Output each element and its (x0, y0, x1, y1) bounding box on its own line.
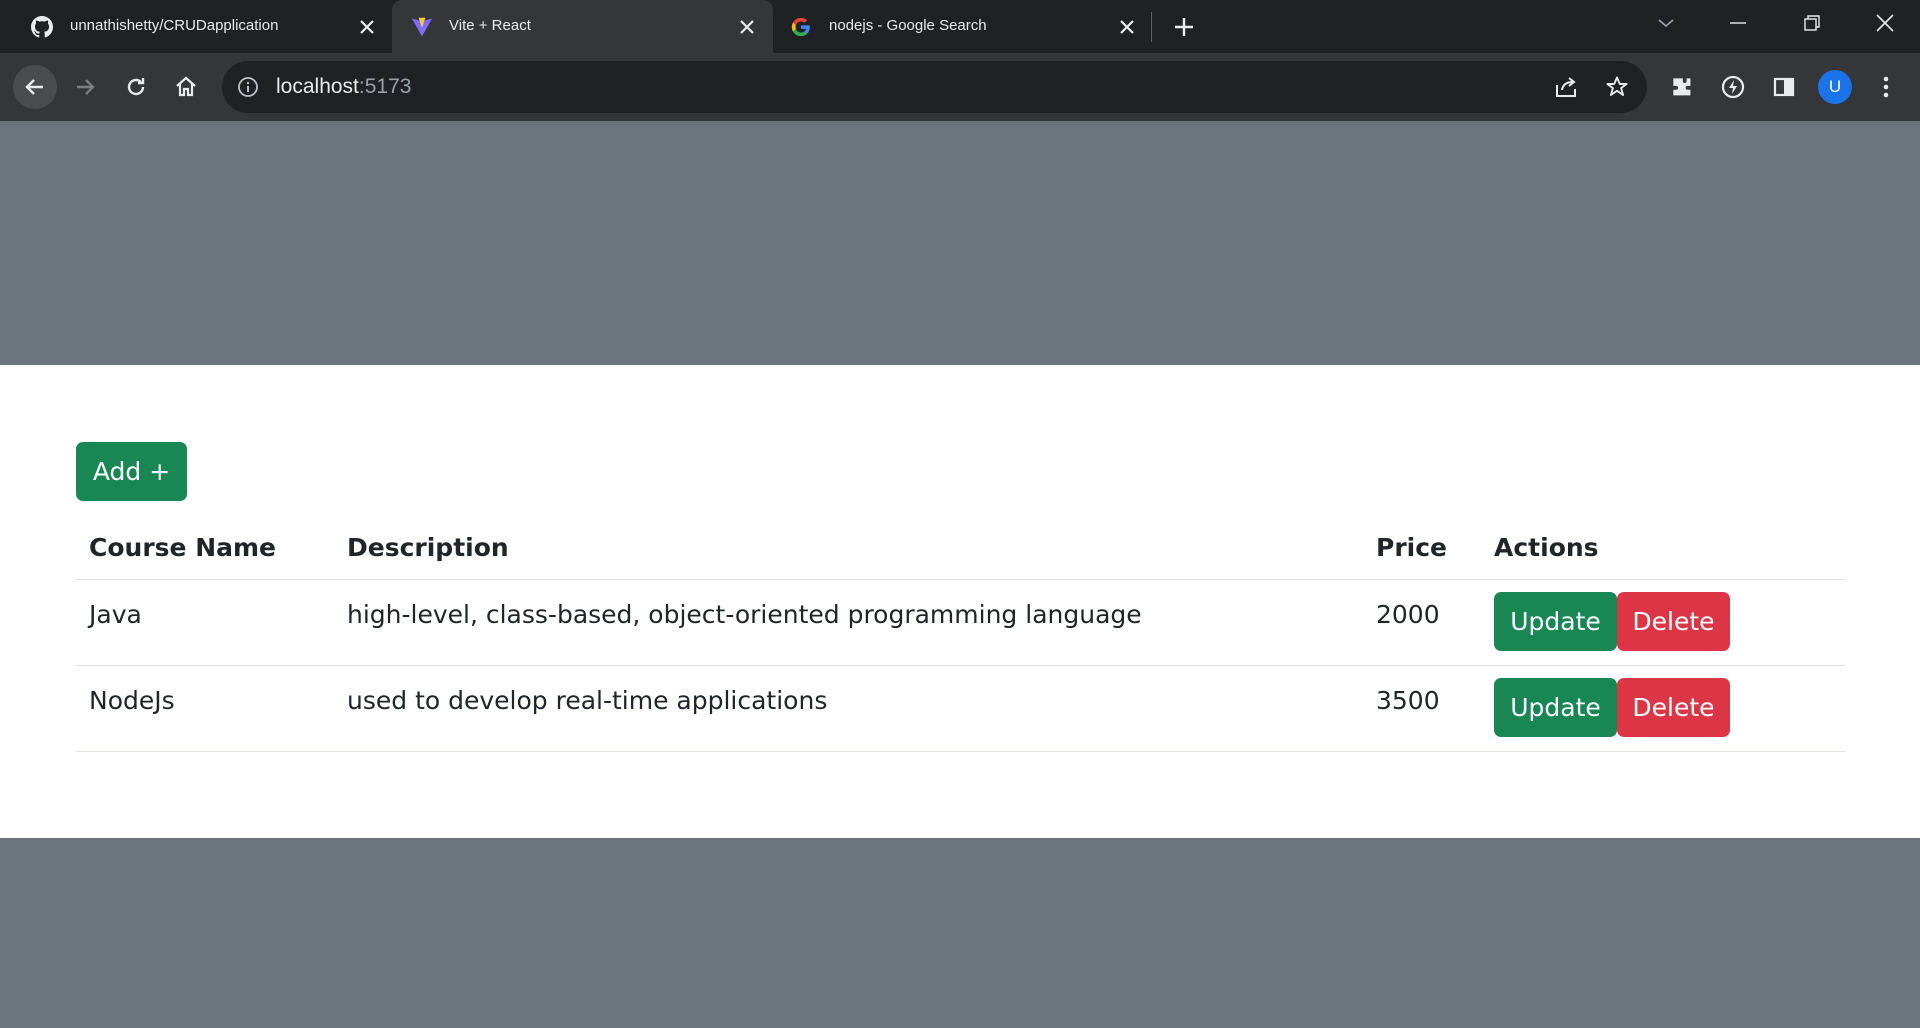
course-description: high-level, class-based, object-oriented… (347, 600, 1142, 629)
page-backdrop: Add + Course Name Description Price Acti… (0, 121, 1920, 1028)
menu-kebab-icon[interactable] (1864, 65, 1908, 109)
table-row: Java high-level, class-based, object-ori… (76, 580, 1845, 666)
course-name: NodeJs (89, 686, 175, 715)
vite-icon (411, 16, 433, 38)
tab-strip: unnathishetty/CRUDapplication Vite + Rea… (0, 0, 1920, 53)
reload-button[interactable] (114, 65, 158, 109)
new-tab-button[interactable] (1171, 14, 1197, 40)
course-price: 2000 (1376, 600, 1440, 629)
close-tab-icon[interactable] (736, 16, 758, 38)
close-tab-icon[interactable] (356, 16, 378, 38)
address-bar[interactable]: localhost:5173 (222, 61, 1647, 113)
add-course-button[interactable]: Add + (76, 442, 187, 501)
header-price: Price (1376, 533, 1447, 562)
course-price: 3500 (1376, 686, 1440, 715)
google-icon (790, 16, 812, 38)
bookmark-star-icon[interactable] (1602, 72, 1632, 102)
tab-title: nodejs - Google Search (829, 17, 987, 34)
course-table: Course Name Description Price Actions Ja… (76, 515, 1845, 752)
github-icon (31, 16, 53, 38)
tab-search-dropdown-icon[interactable] (1648, 8, 1684, 38)
back-button[interactable] (13, 65, 57, 109)
tab-google-search[interactable]: nodejs - Google Search (773, 0, 1151, 53)
tab-github[interactable]: unnathishetty/CRUDapplication (0, 0, 390, 53)
tab-vite-react[interactable]: Vite + React (392, 0, 773, 53)
side-panel-icon[interactable] (1762, 65, 1806, 109)
update-button[interactable]: Update (1494, 592, 1617, 651)
home-button[interactable] (164, 65, 208, 109)
forward-button[interactable] (63, 65, 107, 109)
share-icon[interactable] (1552, 72, 1582, 102)
table-header-row: Course Name Description Price Actions (76, 515, 1845, 580)
update-button[interactable]: Update (1494, 678, 1617, 737)
tab-title: unnathishetty/CRUDapplication (70, 17, 279, 34)
browser-toolbar: localhost:5173 U (0, 53, 1920, 121)
tab-separator (1151, 12, 1152, 42)
course-description: used to develop real-time applications (347, 686, 828, 715)
tab-title: Vite + React (449, 17, 531, 34)
restore-icon[interactable] (1794, 8, 1830, 38)
header-actions: Actions (1494, 533, 1599, 562)
site-info-icon[interactable] (236, 75, 260, 99)
url-port: :5173 (358, 75, 412, 98)
table-row: NodeJs used to develop real-time applica… (76, 666, 1845, 752)
window-close-icon[interactable] (1867, 8, 1903, 38)
profile-avatar[interactable]: U (1818, 70, 1852, 104)
delete-button[interactable]: Delete (1617, 678, 1730, 737)
course-name: Java (89, 600, 142, 629)
minimize-icon[interactable] (1720, 8, 1756, 38)
header-description: Description (347, 533, 509, 562)
delete-button[interactable]: Delete (1617, 592, 1730, 651)
extensions-icon[interactable] (1660, 65, 1704, 109)
header-course-name: Course Name (89, 533, 276, 562)
performance-icon[interactable] (1711, 65, 1755, 109)
url-text: localhost:5173 (276, 75, 411, 99)
close-tab-icon[interactable] (1116, 16, 1138, 38)
url-host: localhost (276, 75, 359, 98)
course-card: Add + Course Name Description Price Acti… (0, 365, 1920, 838)
